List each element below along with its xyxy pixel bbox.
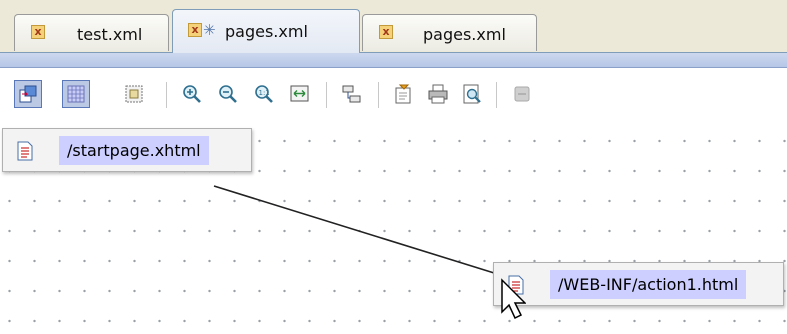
tab-label: pages.xml	[225, 22, 308, 41]
tab-pages-xml-active[interactable]: x ✳ pages.xml	[172, 9, 360, 53]
page-node-action1[interactable]: /WEB-INF/action1.html	[493, 262, 784, 306]
page-node-startpage[interactable]: /startpage.xhtml	[2, 128, 252, 172]
xml-file-icon: x	[188, 23, 202, 37]
page-node-label: /startpage.xhtml	[59, 136, 209, 165]
modified-icon: ✳	[203, 21, 216, 39]
page-node-label: /WEB-INF/action1.html	[550, 270, 747, 299]
mouse-cursor-icon	[501, 278, 526, 320]
page-icon	[17, 141, 33, 161]
